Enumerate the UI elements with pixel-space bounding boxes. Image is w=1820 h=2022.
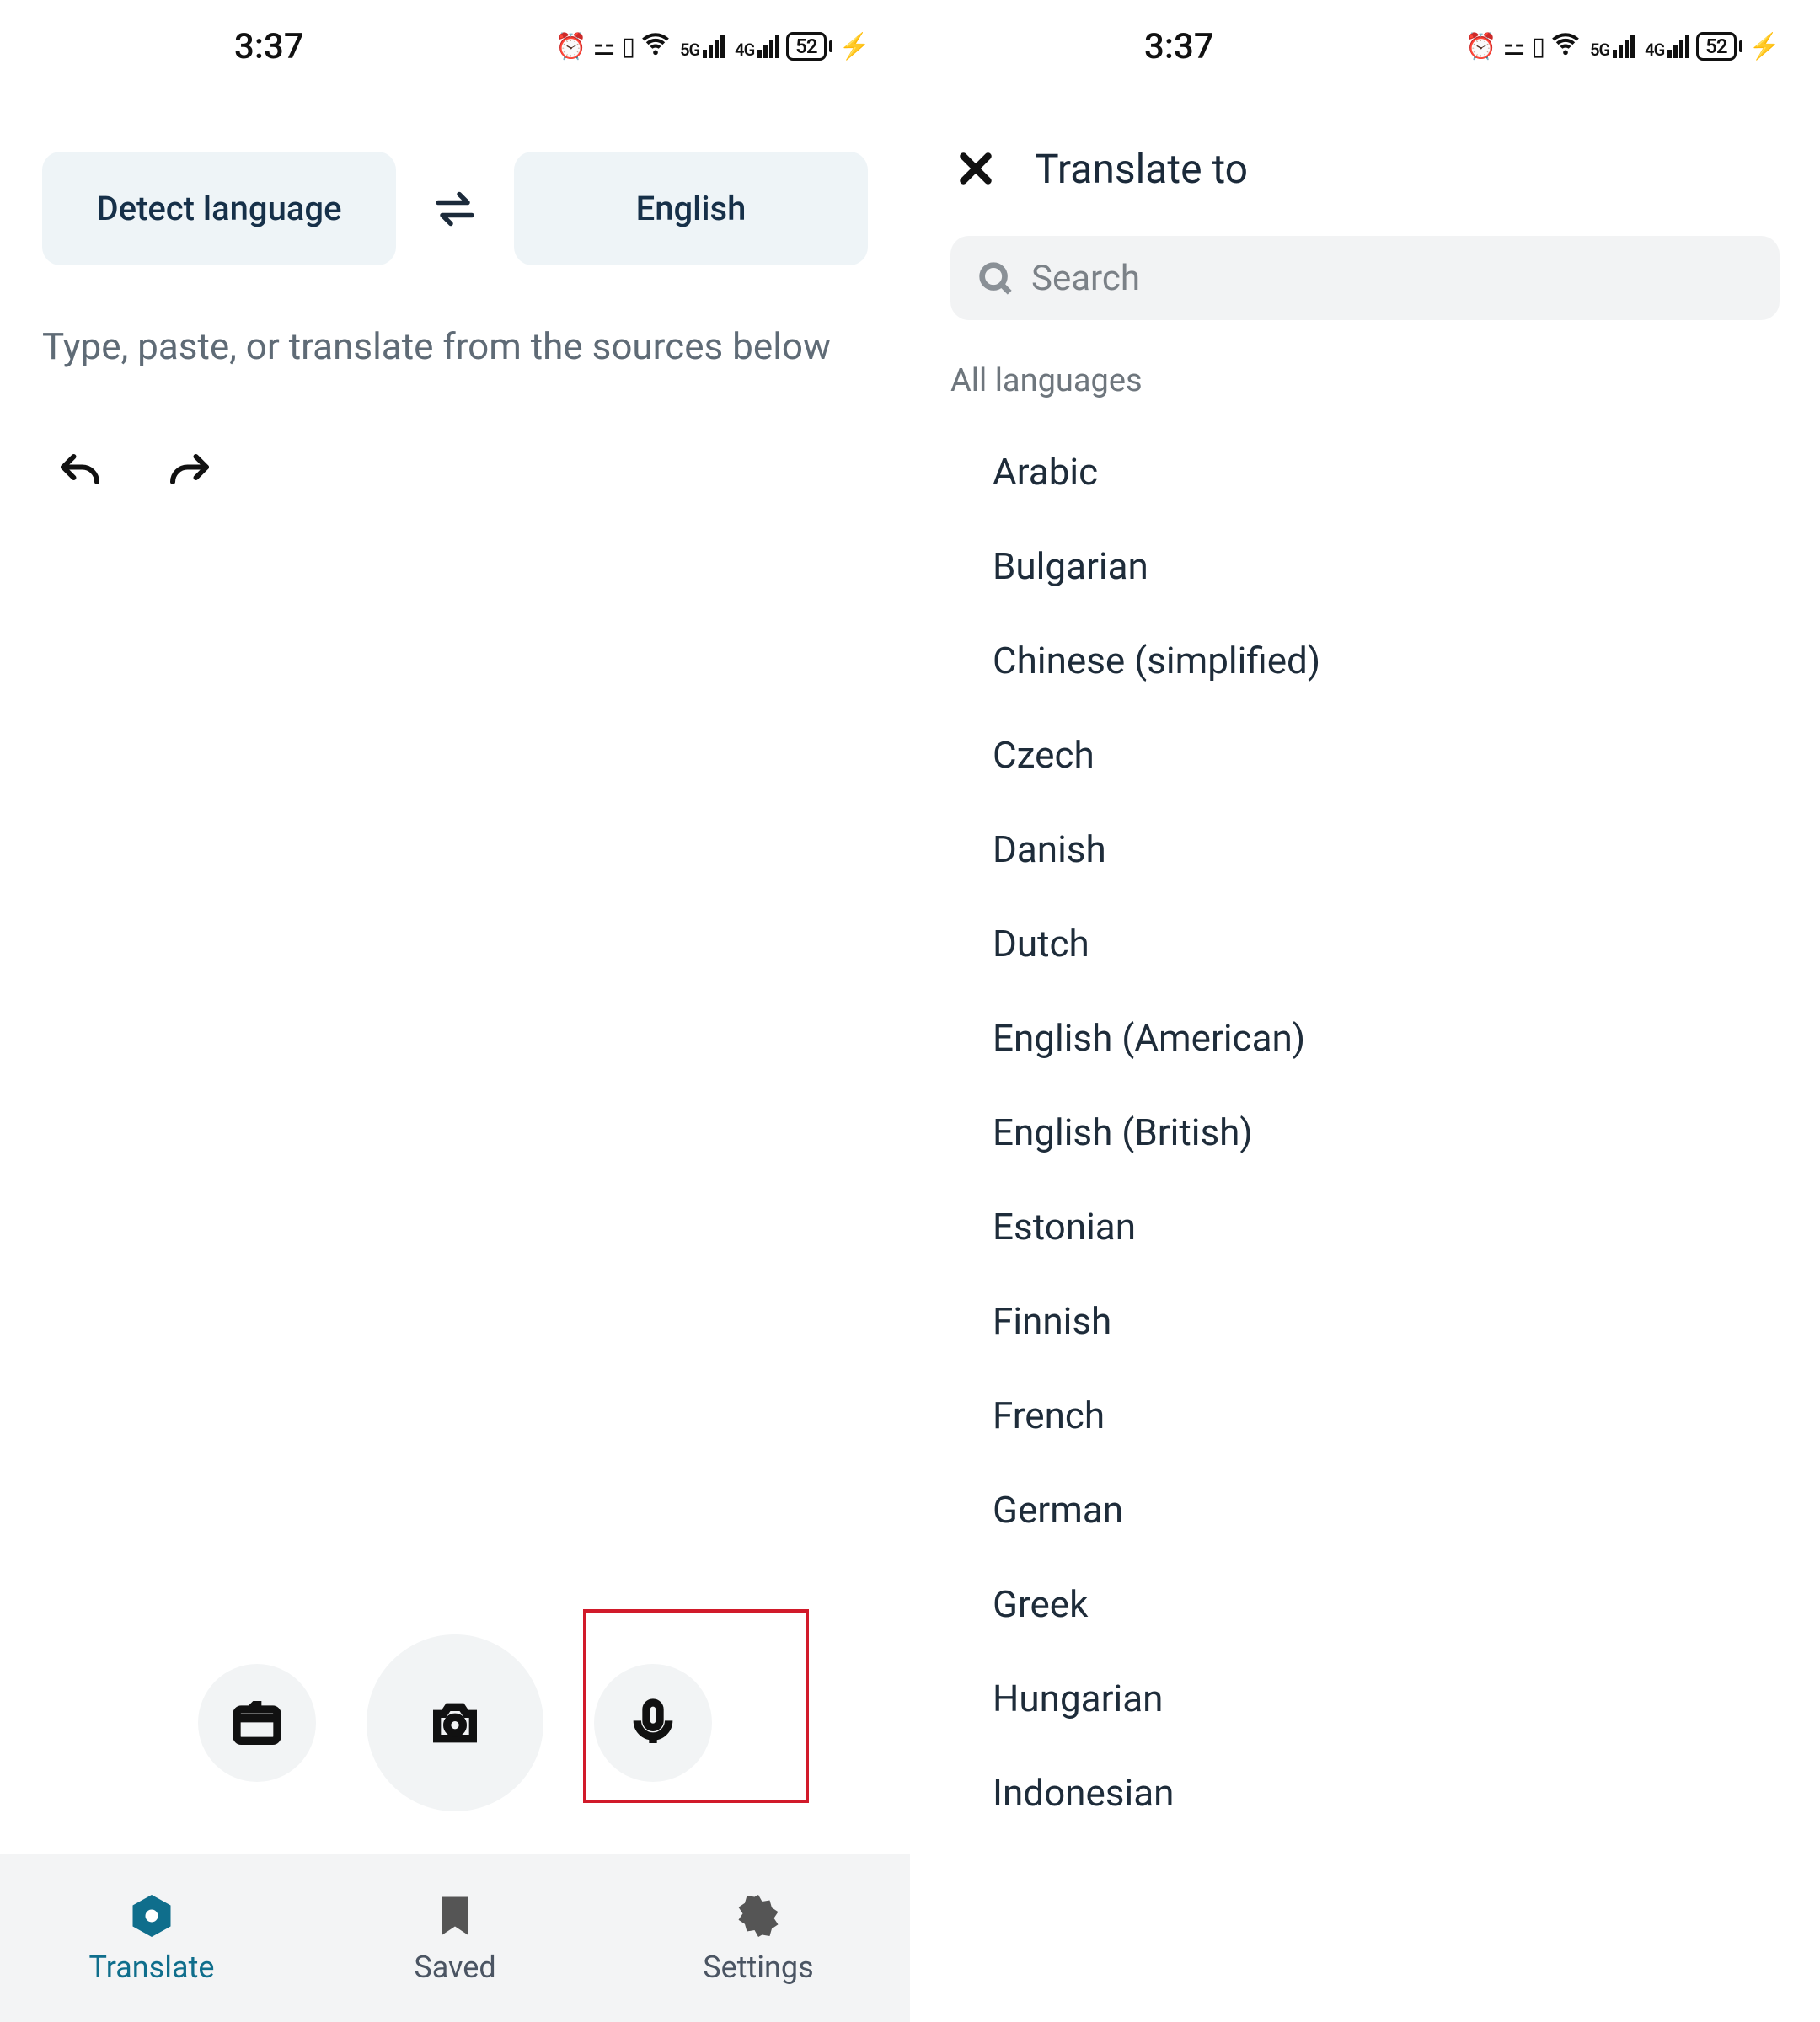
bluetooth-battery-icon: ⚍ <box>593 32 615 62</box>
folder-icon <box>230 1696 284 1750</box>
language-item[interactable]: Danish <box>910 802 1820 896</box>
bottom-tab-bar: Translate Saved Settings <box>0 1854 910 2022</box>
language-selector-row: Detect language English <box>0 93 910 299</box>
status-time: 3:37 <box>40 26 304 67</box>
redo-button[interactable] <box>160 444 219 503</box>
language-item[interactable]: Dutch <box>910 896 1820 991</box>
signal-4g-icon: 4G <box>735 35 779 58</box>
close-icon <box>955 147 997 190</box>
section-all-languages: All languages <box>910 337 1820 416</box>
undo-button[interactable] <box>51 444 110 503</box>
redo-icon <box>164 448 215 499</box>
search-placeholder: Search <box>1031 258 1140 299</box>
file-input-button[interactable] <box>198 1664 316 1782</box>
alarm-icon: ⏰ <box>1465 32 1496 62</box>
input-source-row <box>0 1634 910 1811</box>
status-bar: 3:37 ⏰ ⚍ ▯ 5G 4G 52 ⚡ <box>910 0 1820 93</box>
vibrate-icon: ▯ <box>1532 32 1545 62</box>
battery-icon: 52 <box>786 32 832 61</box>
language-item[interactable]: French <box>910 1368 1820 1463</box>
tab-saved-label: Saved <box>414 1950 495 1985</box>
close-button[interactable] <box>950 143 1001 194</box>
picker-header: Translate to <box>910 93 1820 219</box>
signal-5g-icon: 5G <box>1590 35 1635 58</box>
signal-5g-icon: 5G <box>680 35 725 58</box>
tutorial-highlight <box>583 1609 809 1803</box>
bookmark-icon <box>430 1891 480 1941</box>
language-item[interactable]: English (British) <box>910 1085 1820 1180</box>
search-container: Search <box>910 219 1820 337</box>
picker-title: Translate to <box>1035 145 1248 193</box>
language-item[interactable]: Bulgarian <box>910 519 1820 613</box>
search-input[interactable]: Search <box>950 236 1780 320</box>
language-item[interactable]: Finnish <box>910 1274 1820 1368</box>
battery-icon: 52 <box>1696 32 1742 61</box>
vibrate-icon: ▯ <box>622 32 635 62</box>
language-item[interactable]: Indonesian <box>910 1746 1820 1840</box>
language-item[interactable]: German <box>910 1463 1820 1557</box>
charging-icon: ⚡ <box>1749 32 1780 62</box>
bluetooth-battery-icon: ⚍ <box>1503 32 1525 62</box>
input-placeholder: Type, paste, or translate from the sourc… <box>42 324 868 368</box>
tab-saved[interactable]: Saved <box>303 1854 607 2022</box>
camera-input-button[interactable] <box>367 1634 543 1811</box>
wifi-icon <box>1551 29 1580 64</box>
undo-icon <box>55 448 105 499</box>
status-icons: ⏰ ⚍ ▯ 5G 4G 52 ⚡ <box>1465 29 1780 64</box>
translate-tab-icon <box>126 1891 177 1941</box>
source-language-button[interactable]: Detect language <box>42 152 396 265</box>
language-item[interactable]: Estonian <box>910 1180 1820 1274</box>
tab-translate[interactable]: Translate <box>0 1854 303 2022</box>
language-item[interactable]: Chinese (simplified) <box>910 613 1820 708</box>
signal-4g-icon: 4G <box>1645 35 1689 58</box>
language-item[interactable]: Arabic <box>910 425 1820 519</box>
camera-icon <box>428 1696 482 1750</box>
charging-icon: ⚡ <box>839 32 870 62</box>
language-item[interactable]: Hungarian <box>910 1651 1820 1746</box>
undo-redo-row <box>0 377 910 570</box>
language-item[interactable]: Czech <box>910 708 1820 802</box>
gear-icon <box>733 1891 784 1941</box>
wifi-icon <box>641 29 670 64</box>
screen-language-picker: 3:37 ⏰ ⚍ ▯ 5G 4G 52 ⚡ <box>910 0 1820 2022</box>
screen-translate: 3:37 ⏰ ⚍ ▯ 5G 4G 52 ⚡ De <box>0 0 910 2022</box>
target-language-button[interactable]: English <box>514 152 868 265</box>
alarm-icon: ⏰ <box>555 32 586 62</box>
status-bar: 3:37 ⏰ ⚍ ▯ 5G 4G 52 ⚡ <box>0 0 910 93</box>
status-icons: ⏰ ⚍ ▯ 5G 4G 52 ⚡ <box>555 29 870 64</box>
tab-translate-label: Translate <box>89 1950 215 1985</box>
language-item[interactable]: Greek <box>910 1557 1820 1651</box>
search-icon <box>976 259 1014 297</box>
text-input-area[interactable]: Type, paste, or translate from the sourc… <box>0 299 910 377</box>
language-list[interactable]: Arabic Bulgarian Chinese (simplified) Cz… <box>910 416 1820 1874</box>
tab-settings-label: Settings <box>703 1950 813 1985</box>
swap-icon <box>430 184 480 234</box>
language-item[interactable]: English (American) <box>910 991 1820 1085</box>
tab-settings[interactable]: Settings <box>607 1854 910 2022</box>
swap-languages-button[interactable] <box>421 175 489 243</box>
status-time: 3:37 <box>950 26 1214 67</box>
